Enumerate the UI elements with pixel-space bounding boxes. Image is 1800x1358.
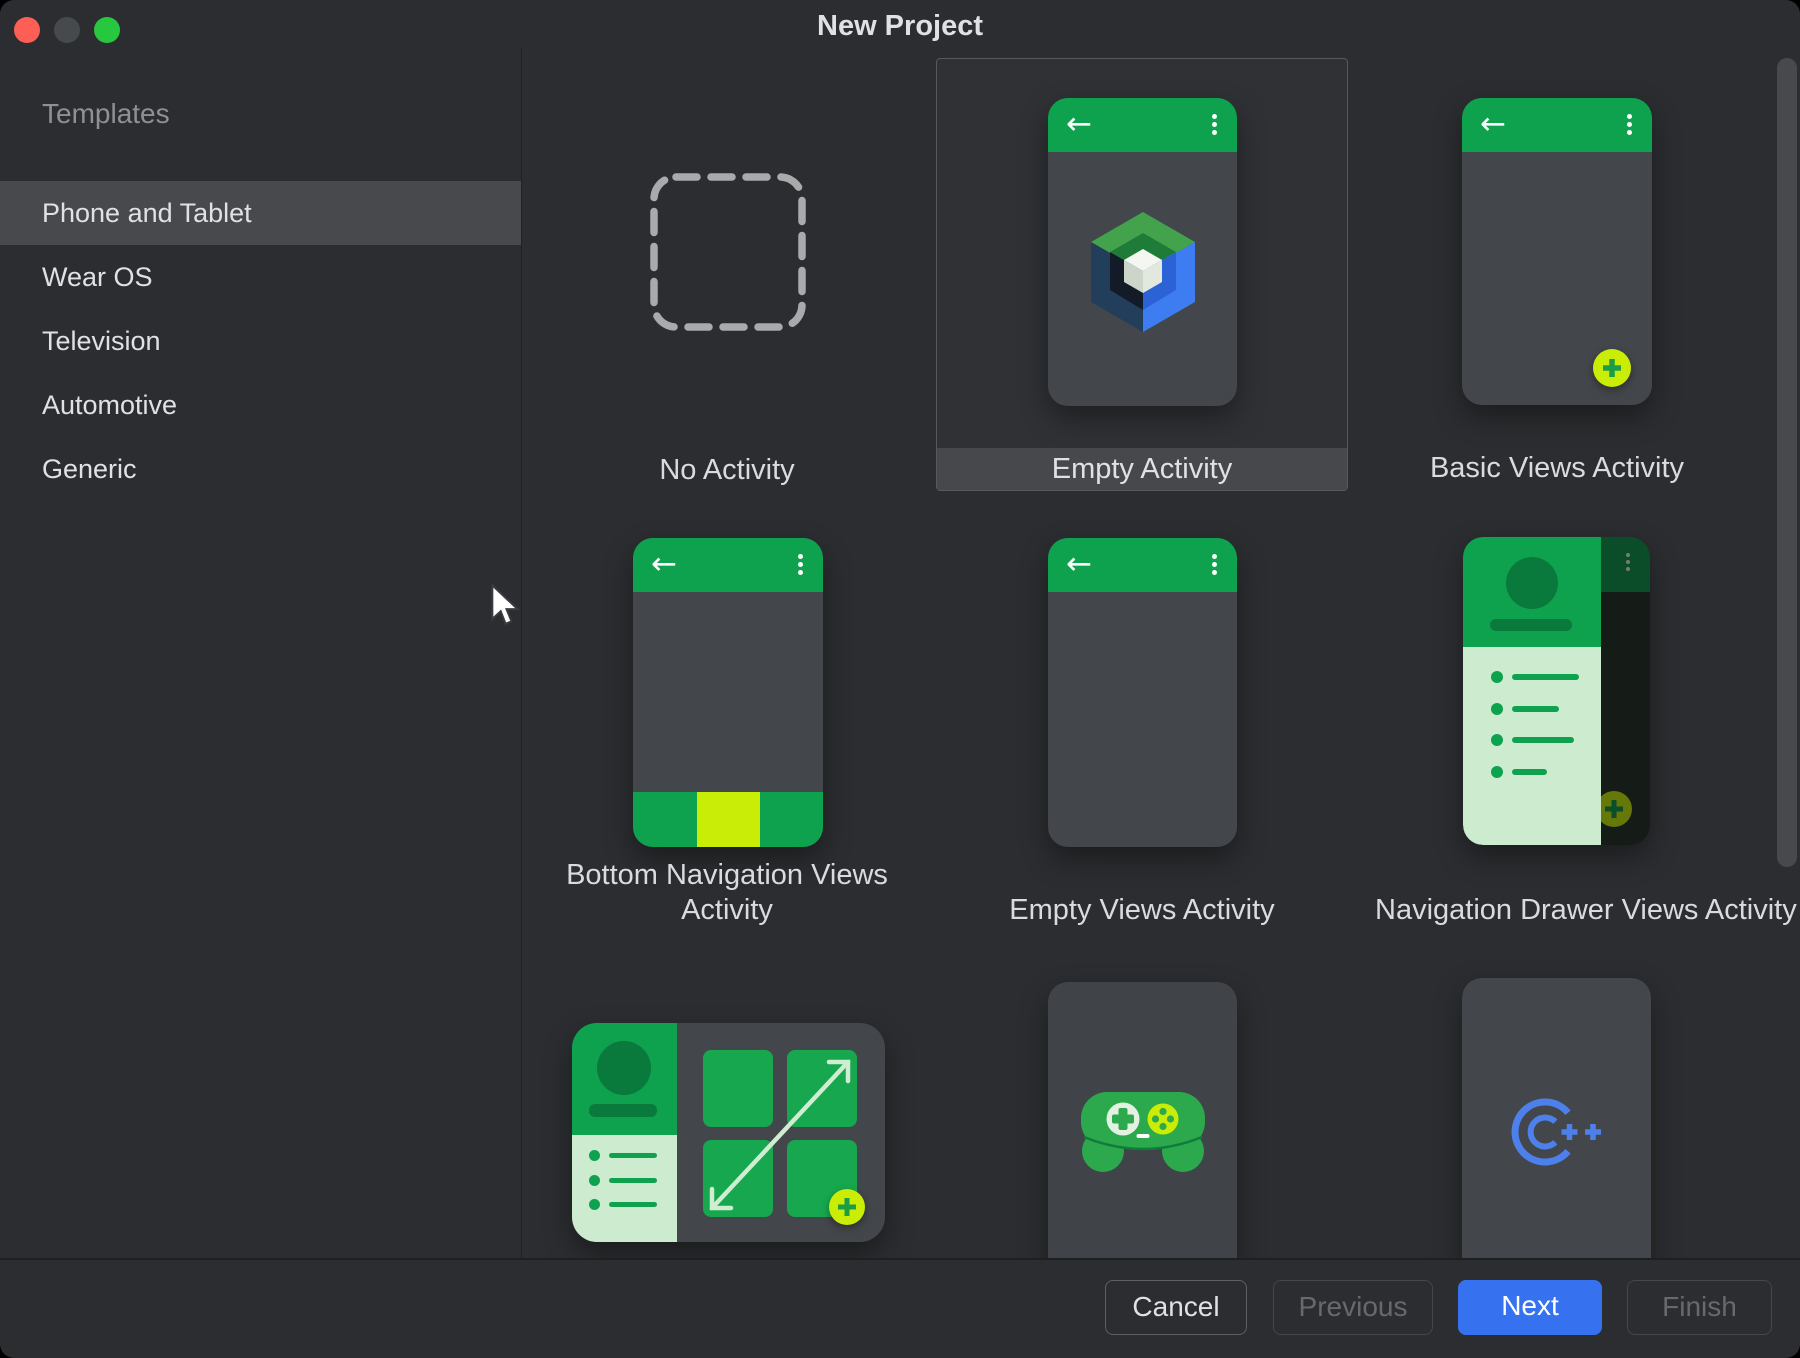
template-card-no-activity[interactable]: No Activity xyxy=(545,58,909,490)
template-label: Basic Views Activity xyxy=(1370,452,1744,485)
drawer-header xyxy=(1463,537,1601,647)
gamepad-icon xyxy=(1068,1072,1218,1182)
kebab-menu-icon xyxy=(1627,114,1632,135)
phone-mockup xyxy=(1463,537,1650,845)
phone-mockup xyxy=(1462,978,1651,1259)
template-label: No Activity xyxy=(545,454,909,487)
template-card-game-activity[interactable] xyxy=(960,950,1324,1259)
template-card-basic-views-activity[interactable]: ← Basic Views Activity xyxy=(1370,58,1744,490)
kebab-menu-icon xyxy=(1212,554,1217,575)
plus-fab-icon xyxy=(829,1189,865,1225)
mouse-cursor xyxy=(490,584,524,630)
template-card-bottom-navigation-views-activity[interactable]: ← Bottom Navigation Views Activity xyxy=(545,520,909,945)
template-label-line2: Activity xyxy=(545,894,909,927)
primary-detail-flow-icon xyxy=(572,1023,885,1242)
footer-divider xyxy=(0,1258,1800,1260)
kebab-menu-icon xyxy=(798,554,803,575)
template-card-native-cpp[interactable] xyxy=(1375,950,1739,1259)
plus-fab-icon xyxy=(1593,349,1631,387)
phone-mockup: ← xyxy=(1462,98,1652,405)
phone-mockup: ← xyxy=(633,538,823,847)
cpp-icon xyxy=(1480,1082,1610,1182)
gallery-scrollbar[interactable] xyxy=(1777,58,1797,867)
finish-button[interactable]: Finish xyxy=(1627,1280,1772,1335)
appbar: ← xyxy=(1462,98,1652,152)
dimmed-plus-fab-icon xyxy=(1596,791,1632,827)
back-arrow-icon: ← xyxy=(1066,104,1092,144)
username-placeholder-bar xyxy=(1490,619,1572,631)
back-arrow-icon: ← xyxy=(651,544,677,584)
appbar: ← xyxy=(1048,538,1237,592)
nav-drawer-panel xyxy=(1463,537,1601,845)
new-project-dialog: New Project Templates Phone and Tablet W… xyxy=(0,0,1800,1358)
next-button[interactable]: Next xyxy=(1458,1280,1602,1335)
back-arrow-icon: ← xyxy=(1066,544,1092,584)
back-arrow-icon: ← xyxy=(1480,104,1506,144)
template-label: Empty Views Activity xyxy=(960,894,1324,927)
template-card-empty-views-activity[interactable]: ← Empty Views Activity xyxy=(960,520,1324,945)
dashed-placeholder-icon xyxy=(649,172,807,332)
avatar-icon xyxy=(1506,557,1558,609)
previous-button[interactable]: Previous xyxy=(1273,1280,1433,1335)
kebab-menu-icon xyxy=(1212,114,1217,135)
kebab-menu-icon xyxy=(1626,553,1630,571)
template-gallery: No Activity ← xyxy=(0,0,1800,1259)
template-card-navigation-drawer-views-activity[interactable]: Navigation Drawer Views Activity xyxy=(1375,520,1739,945)
appbar: ← xyxy=(633,538,823,592)
cancel-button[interactable]: Cancel xyxy=(1105,1280,1247,1335)
phone-mockup: ← xyxy=(1048,538,1237,847)
template-label: Navigation Drawer Views Activity xyxy=(1375,894,1739,927)
jetpack-compose-logo-icon xyxy=(1085,208,1201,332)
bottom-nav-bar xyxy=(633,792,823,847)
drawer-menu-list xyxy=(1463,647,1601,845)
template-label: Empty Activity xyxy=(937,448,1347,490)
template-label-line1: Bottom Navigation Views xyxy=(545,859,909,892)
template-card-empty-activity[interactable]: ← Empty Activity xyxy=(936,58,1348,491)
phone-mockup xyxy=(1048,982,1237,1259)
phone-mockup: ← xyxy=(1048,98,1237,406)
bottom-nav-selected-segment xyxy=(697,792,760,847)
template-card-primary-detail-flow[interactable] xyxy=(545,950,909,1259)
appbar: ← xyxy=(1048,98,1237,152)
